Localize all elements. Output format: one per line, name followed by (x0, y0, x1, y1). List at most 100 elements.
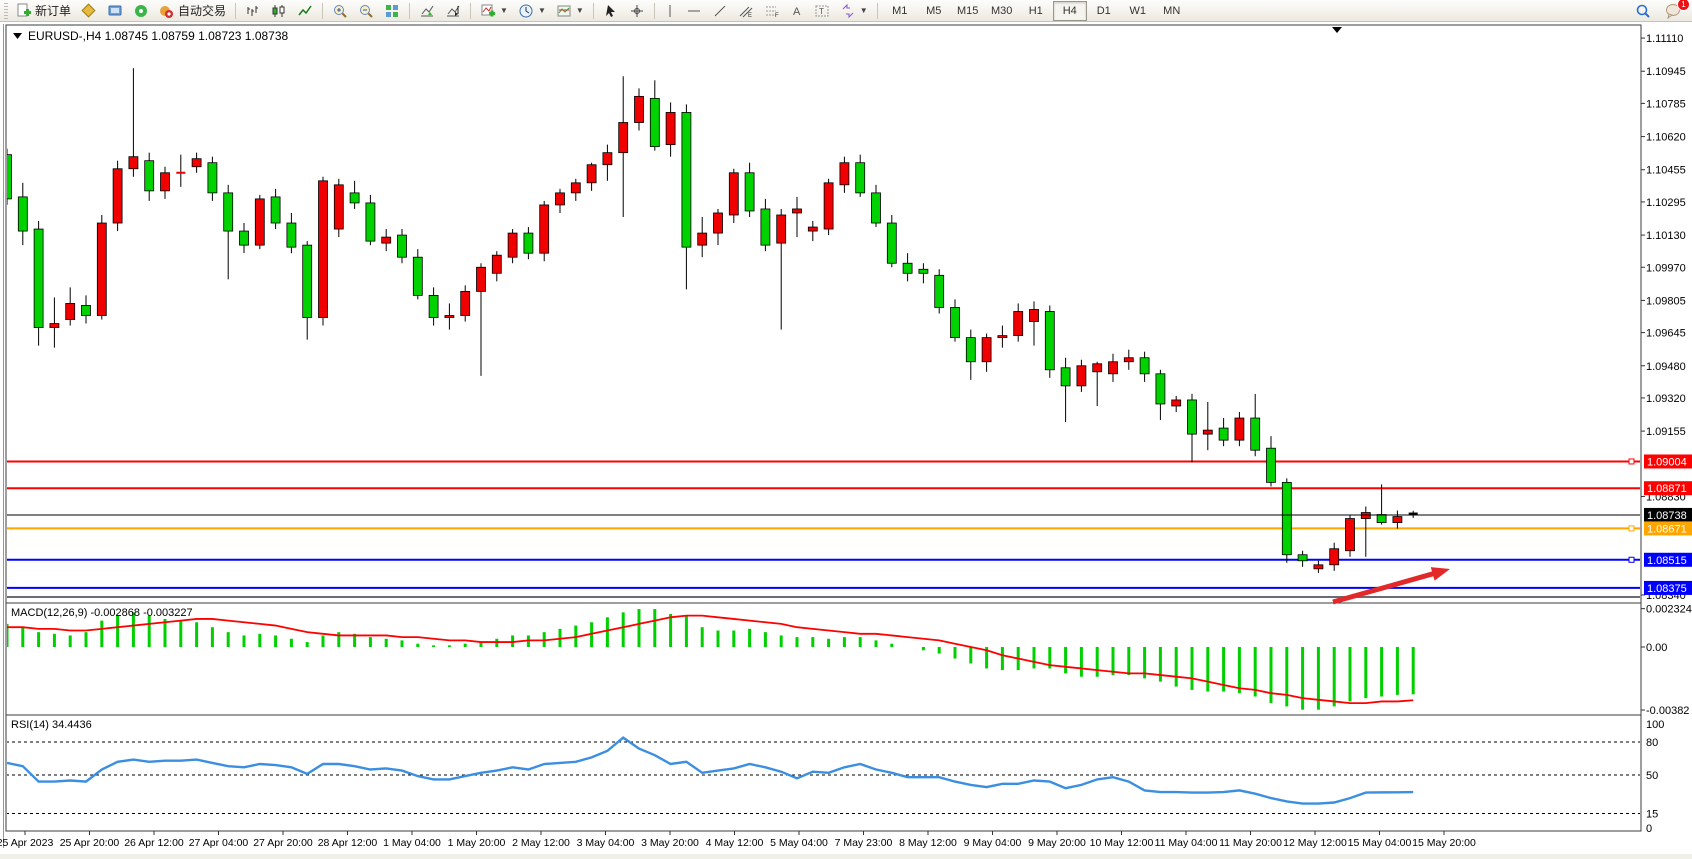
label-tool-button[interactable]: T (810, 0, 834, 21)
candle-bear (398, 235, 407, 257)
time-label: 27 Apr 20:00 (253, 837, 313, 849)
chart-area[interactable]: 1.111101.109451.107851.106201.104551.102… (0, 22, 1692, 854)
periods-button[interactable]: ▼ (514, 0, 550, 21)
crosshair-tool-button[interactable] (625, 0, 649, 21)
price-tick-label: 1.10785 (1646, 98, 1686, 110)
terminal-button[interactable] (103, 0, 127, 21)
fibonacci-icon: F (764, 3, 780, 19)
price-tick-label: 1.09155 (1646, 426, 1686, 438)
candle-bear (287, 223, 296, 247)
candle-bull (1172, 400, 1181, 406)
candle-bear (271, 197, 280, 223)
new-order-button[interactable]: 新订单 (12, 0, 75, 21)
add-indicator-button[interactable]: ▼ (476, 0, 512, 21)
time-label: 25 Apr 20:00 (60, 837, 120, 849)
candle-bull (998, 336, 1007, 338)
trendline-tool-button[interactable] (708, 0, 732, 21)
timeframe-button-H1[interactable]: H1 (1019, 1, 1053, 21)
time-label: 11 May 04:00 (1155, 837, 1218, 849)
add-indicator-caret: ▼ (500, 6, 508, 15)
signals-button[interactable] (129, 0, 153, 21)
timeframe-toolbar: M1M5M15M30H1H4D1W1MN (883, 1, 1189, 21)
candle-bear (350, 193, 359, 203)
candlestick-chart-icon (271, 3, 287, 19)
candle-bear (682, 112, 691, 247)
price-tick-label: 1.09805 (1646, 295, 1686, 307)
candle-bear (856, 163, 865, 193)
timeframe-button-H4[interactable]: H4 (1053, 1, 1087, 21)
notification-badge: 1 (1677, 0, 1690, 11)
tile-windows-icon (384, 3, 400, 19)
bar-chart-button[interactable] (241, 0, 265, 21)
hline-handle[interactable] (1629, 557, 1634, 562)
line-chart-icon (297, 3, 313, 19)
candle-bear (366, 203, 375, 241)
horizontal-line-tool-button[interactable] (682, 0, 706, 21)
zoom-out-icon (358, 3, 374, 19)
time-label: 9 May 04:00 (964, 837, 1022, 849)
rsi-label: RSI(14) 34.4436 (11, 719, 92, 731)
candle-bull (50, 324, 59, 328)
candlestick-chart-button[interactable] (267, 0, 291, 21)
candle-bear (18, 197, 27, 231)
candle-bull (729, 173, 738, 215)
line-chart-button[interactable] (293, 0, 317, 21)
auto-scroll-icon (419, 3, 435, 19)
channel-tool-button[interactable]: E (734, 0, 758, 21)
candle-bull (1077, 366, 1086, 386)
auto-scroll-button[interactable] (415, 0, 439, 21)
zoom-in-button[interactable] (328, 0, 352, 21)
vertical-line-tool-button[interactable] (660, 0, 680, 21)
zoom-out-button[interactable] (354, 0, 378, 21)
candle-bear (1188, 400, 1197, 434)
candle-bull (477, 267, 486, 291)
timeframe-button-M15[interactable]: M15 (951, 1, 985, 21)
hline-handle[interactable] (1629, 526, 1634, 531)
search-icon (1635, 3, 1651, 19)
timeframe-button-M1[interactable]: M1 (883, 1, 917, 21)
macd-label: MACD(12,26,9) -0.002868 -0.003227 (11, 607, 193, 619)
time-label: 25 Apr 2023 (0, 837, 53, 849)
cursor-tool-button[interactable] (599, 0, 623, 21)
cursor-icon (603, 3, 619, 19)
hline-handle[interactable] (1629, 459, 1634, 464)
candle-bull (1361, 513, 1370, 519)
auto-trading-label: 自动交易 (178, 2, 226, 19)
toolbar-grip[interactable] (4, 3, 8, 19)
search-button[interactable] (1631, 1, 1655, 22)
timeframe-button-MN[interactable]: MN (1155, 1, 1189, 21)
templates-button[interactable]: ▼ (552, 0, 588, 21)
text-tool-button[interactable]: A (786, 0, 808, 21)
candle-bull (793, 209, 802, 213)
candle-bull (1093, 364, 1102, 372)
market-watch-button[interactable] (77, 0, 101, 21)
tile-windows-button[interactable] (380, 0, 404, 21)
time-label: 8 May 12:00 (899, 837, 957, 849)
notifications-button[interactable]: 1 (1661, 1, 1686, 22)
arrows-tool-button[interactable]: ▼ (836, 0, 872, 21)
timeframe-button-D1[interactable]: D1 (1087, 1, 1121, 21)
candle-bull (192, 159, 201, 167)
chart-shift-button[interactable] (441, 0, 465, 21)
label-icon: T (814, 3, 830, 19)
candle-bull (461, 291, 470, 315)
zoom-in-icon (332, 3, 348, 19)
candle-bear (429, 295, 438, 317)
candle-bear (935, 275, 944, 307)
time-label: 10 May 12:00 (1090, 837, 1154, 849)
timeframe-button-M5[interactable]: M5 (917, 1, 951, 21)
auto-trading-button[interactable]: 自动交易 (155, 0, 230, 21)
rsi-axis-label: 50 (1646, 770, 1658, 782)
timeframe-button-W1[interactable]: W1 (1121, 1, 1155, 21)
chart-shift-icon (445, 3, 461, 19)
timeframe-button-M30[interactable]: M30 (985, 1, 1019, 21)
fibonacci-tool-button[interactable]: F (760, 0, 784, 21)
chart-canvas[interactable]: 1.111101.109451.107851.106201.104551.102… (0, 22, 1692, 854)
candle-bear (1282, 482, 1291, 554)
candle-bear (524, 233, 533, 253)
crosshair-icon (629, 3, 645, 19)
candle-bull (808, 227, 817, 231)
candle-bull (1030, 309, 1039, 321)
time-label: 4 May 12:00 (706, 837, 764, 849)
price-tick-label: 1.09320 (1646, 393, 1686, 405)
